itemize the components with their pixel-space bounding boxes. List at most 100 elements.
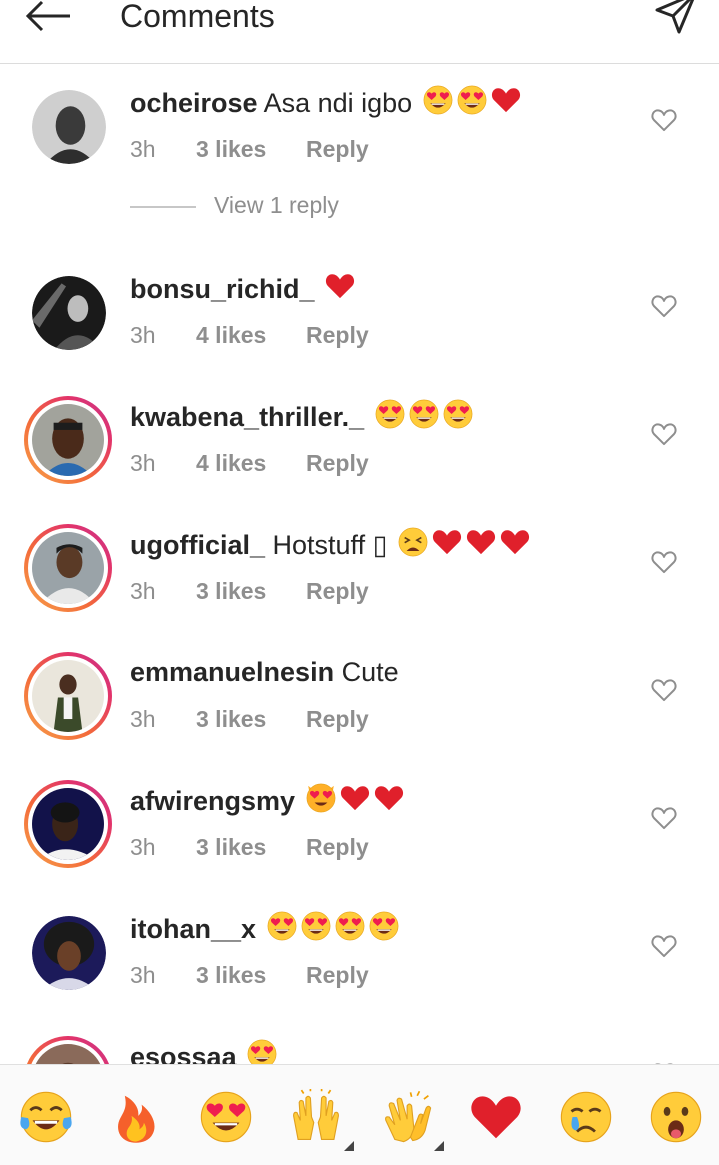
- tears-of-joy-icon[interactable]: [18, 1089, 74, 1145]
- comment-time: 3h: [130, 136, 156, 162]
- avatar[interactable]: [24, 524, 112, 612]
- page-title: Comments: [120, 0, 275, 34]
- comment-meta: 3h 3 likes Reply: [130, 134, 369, 164]
- comment-likes[interactable]: 3 likes: [196, 832, 306, 862]
- reply-button[interactable]: Reply: [306, 576, 369, 606]
- comment-likes[interactable]: 4 likes: [196, 448, 306, 478]
- comment-body: Hotstuff ▯: [265, 530, 388, 560]
- comment-meta: 3h 3 likes Reply: [130, 576, 369, 606]
- comment-time: 3h: [130, 450, 156, 476]
- red-heart-icon: [373, 782, 405, 814]
- comment-username[interactable]: kwabena_thriller._: [130, 402, 364, 432]
- avatar[interactable]: [24, 652, 112, 740]
- comment-likes[interactable]: 3 likes: [196, 576, 306, 606]
- comment-meta: 3h 4 likes Reply: [130, 448, 369, 478]
- reply-button[interactable]: Reply: [306, 320, 369, 350]
- heart-eyes-icon: [422, 84, 454, 116]
- emoji-quick-bar: [0, 1064, 719, 1165]
- red-heart-icon: [490, 84, 522, 116]
- comment-item: ocheirose Asa ndi igbo 3h 3 likes Reply: [0, 72, 719, 200]
- comment-time: 3h: [130, 962, 156, 988]
- comment-likes[interactable]: 3 likes: [196, 960, 306, 990]
- reply-button[interactable]: Reply: [306, 832, 369, 862]
- replies-divider: [130, 206, 196, 208]
- avatar[interactable]: [32, 916, 106, 990]
- comment-likes[interactable]: 3 likes: [196, 134, 306, 164]
- like-heart-icon[interactable]: [650, 292, 678, 320]
- heart-eyes-icon[interactable]: [198, 1089, 254, 1145]
- comment-meta: 3h 3 likes Reply: [130, 960, 369, 990]
- view-replies-label: View 1 reply: [214, 192, 339, 218]
- like-heart-icon[interactable]: [650, 932, 678, 960]
- comment-meta: 3h 3 likes Reply: [130, 832, 369, 862]
- skin-tone-indicator-icon: [344, 1141, 354, 1151]
- reply-button[interactable]: Reply: [306, 448, 369, 478]
- reply-button[interactable]: Reply: [306, 704, 369, 734]
- comment-item: kwabena_thriller._ 3h 4 likes Reply: [0, 386, 719, 514]
- avatar[interactable]: [24, 396, 112, 484]
- comment-text: emmanuelnesin Cute: [130, 654, 399, 690]
- like-heart-icon[interactable]: [650, 420, 678, 448]
- skin-tone-indicator-icon: [434, 1141, 444, 1151]
- direct-send-icon[interactable]: [651, 0, 701, 40]
- reply-button[interactable]: Reply: [306, 960, 369, 990]
- comment-text: bonsu_richid_: [130, 270, 356, 307]
- comment-body: Asa ndi igbo: [257, 88, 413, 118]
- comment-username[interactable]: bonsu_richid_: [130, 274, 315, 304]
- reply-button[interactable]: Reply: [306, 134, 369, 164]
- comment-username[interactable]: emmanuelnesin: [130, 657, 334, 687]
- comment-time: 3h: [130, 578, 156, 604]
- like-heart-icon[interactable]: [650, 106, 678, 134]
- avatar[interactable]: [32, 90, 106, 164]
- comment-likes[interactable]: 4 likes: [196, 320, 306, 350]
- heart-eyes-icon: [408, 398, 440, 430]
- red-heart-icon[interactable]: [468, 1089, 524, 1145]
- comment-item: afwirengsmy 3h 3 likes Reply: [0, 770, 719, 898]
- view-replies-toggle[interactable]: View 1 reply: [130, 188, 430, 228]
- red-heart-icon: [324, 270, 356, 302]
- comment-item: itohan__x 3h 3 likes Reply: [0, 898, 719, 1026]
- comment-text: kwabena_thriller._: [130, 398, 474, 435]
- heart-eyes-icon: [456, 84, 488, 116]
- crying-face-icon[interactable]: [558, 1089, 614, 1145]
- comment-likes[interactable]: 3 likes: [196, 704, 306, 734]
- comment-username[interactable]: ocheirose: [130, 88, 258, 118]
- comment-body: Cute: [334, 657, 399, 687]
- comment-username[interactable]: afwirengsmy: [130, 786, 295, 816]
- comment-time: 3h: [130, 834, 156, 860]
- weary-icon: [397, 526, 429, 558]
- comment-item: ugofficial_ Hotstuff ▯ 3h 3 likes Reply: [0, 514, 719, 642]
- comment-text: afwirengsmy: [130, 782, 405, 819]
- clapping-hands-icon[interactable]: [378, 1089, 444, 1151]
- comment-username[interactable]: ugofficial_: [130, 530, 265, 560]
- like-heart-icon[interactable]: [650, 548, 678, 576]
- back-arrow-icon[interactable]: [20, 0, 76, 40]
- heart-eyes-icon: [266, 910, 298, 942]
- red-heart-icon: [431, 526, 463, 558]
- heart-eyes-icon: [368, 910, 400, 942]
- heart-eyes-icon: [300, 910, 332, 942]
- comment-text: ugofficial_ Hotstuff ▯: [130, 526, 531, 563]
- avatar[interactable]: [24, 780, 112, 868]
- avatar[interactable]: [32, 276, 106, 350]
- comment-username[interactable]: itohan__x: [130, 914, 256, 944]
- comment-item: emmanuelnesin Cute 3h 3 likes Reply: [0, 642, 719, 770]
- comment-time: 3h: [130, 322, 156, 348]
- like-heart-icon[interactable]: [650, 804, 678, 832]
- comment-text: itohan__x: [130, 910, 400, 947]
- cat-heart-eyes-icon: [305, 782, 337, 814]
- red-heart-icon: [339, 782, 371, 814]
- like-heart-icon[interactable]: [650, 676, 678, 704]
- heart-eyes-icon: [334, 910, 366, 942]
- fire-icon[interactable]: [108, 1089, 164, 1145]
- top-bar: Comments: [0, 0, 719, 64]
- comment-text: ocheirose Asa ndi igbo: [130, 84, 522, 121]
- comment-meta: 3h 4 likes Reply: [130, 320, 369, 350]
- red-heart-icon: [499, 526, 531, 558]
- heart-eyes-icon: [442, 398, 474, 430]
- heart-eyes-icon: [374, 398, 406, 430]
- astonished-face-icon[interactable]: [648, 1089, 704, 1145]
- raising-hands-icon[interactable]: [288, 1089, 354, 1151]
- red-heart-icon: [465, 526, 497, 558]
- comment-meta: 3h 3 likes Reply: [130, 704, 369, 734]
